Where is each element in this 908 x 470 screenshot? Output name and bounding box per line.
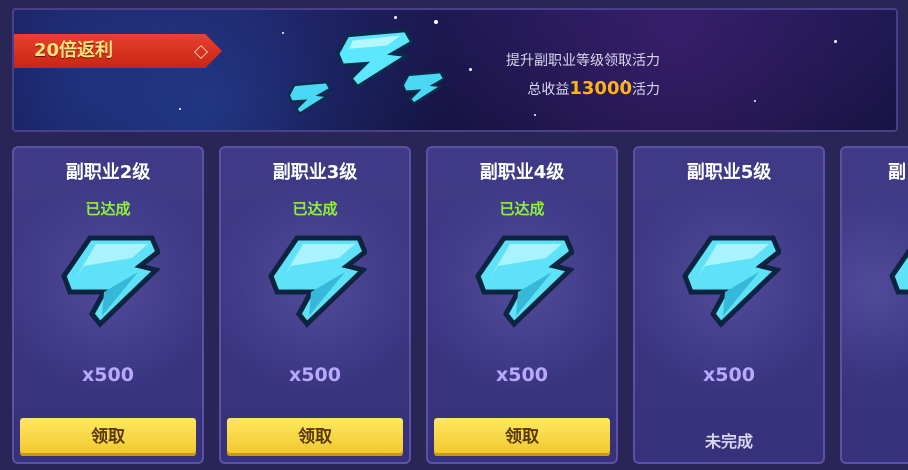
card-title: 副职业5级 bbox=[686, 162, 772, 183]
gem-icon bbox=[61, 235, 160, 328]
gem-icon bbox=[682, 235, 781, 328]
claim-button[interactable]: 领取 bbox=[227, 418, 403, 456]
achieved-status: 已达成 bbox=[85, 200, 131, 218]
incomplete-status: 未完成 bbox=[704, 432, 753, 451]
reward-quantity: x500 bbox=[82, 364, 134, 386]
achieved-status: 已达成 bbox=[499, 200, 545, 218]
total-earnings: 总收益13000活力 bbox=[506, 78, 660, 99]
rebate-ribbon: 20倍返利 bbox=[14, 34, 222, 68]
achieved-status: 已达成 bbox=[292, 200, 338, 218]
reward-card-level-4: 副职业4级 已达成 x500 领取 bbox=[426, 146, 618, 464]
event-banner: 20倍返利 提升副职业等级领取活力 总收益13000活力 bbox=[12, 8, 898, 132]
gem-icon bbox=[268, 235, 367, 328]
reward-quantity: x500 bbox=[496, 364, 548, 386]
reward-card-level-3: 副职业3级 已达成 x500 领取 bbox=[219, 146, 411, 464]
banner-desc: 提升副职业等级领取活力 bbox=[506, 53, 660, 69]
card-title: 副职业3级 bbox=[272, 162, 358, 183]
total-prefix: 总收益 bbox=[527, 82, 570, 98]
gem-icon bbox=[401, 71, 446, 106]
reward-card-level-2: 副职业2级 已达成 x500 领取 bbox=[12, 146, 204, 464]
reward-quantity: x500 bbox=[289, 364, 341, 386]
total-value: 13000 bbox=[569, 78, 632, 99]
reward-card-partial: 副 bbox=[840, 146, 908, 464]
gem-icon bbox=[889, 248, 908, 295]
claim-button[interactable]: 领取 bbox=[434, 418, 610, 456]
banner-description: 提升副职业等级领取活力 总收益13000活力 bbox=[506, 50, 660, 99]
card-title: 副职业4级 bbox=[479, 162, 565, 183]
gem-icon bbox=[475, 235, 574, 328]
diamond-icon bbox=[193, 44, 209, 60]
reward-quantity: x500 bbox=[703, 364, 755, 386]
card-title: 副职业2级 bbox=[65, 162, 151, 183]
card-title: 副 bbox=[888, 162, 906, 183]
claim-button[interactable]: 领取 bbox=[20, 418, 196, 456]
total-suffix: 活力 bbox=[632, 82, 660, 98]
ribbon-label: 20倍返利 bbox=[34, 40, 114, 61]
reward-card-level-5: 副职业5级 x500 未完成 bbox=[633, 146, 825, 464]
gem-icon bbox=[287, 81, 332, 116]
